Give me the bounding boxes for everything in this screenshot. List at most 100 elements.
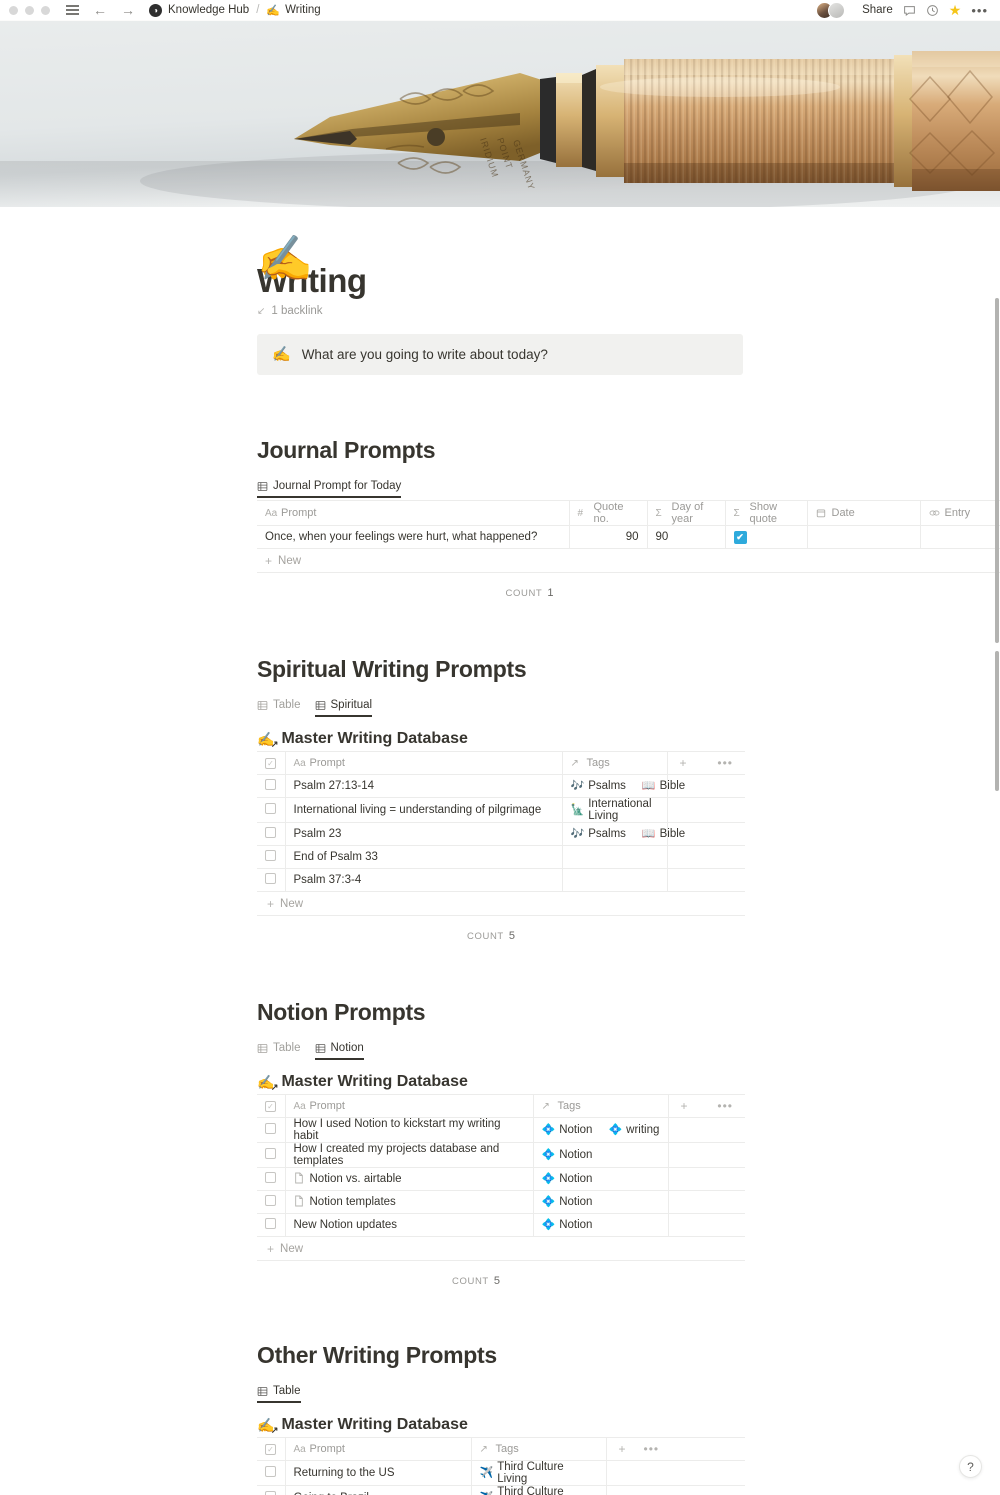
cell-date[interactable] <box>807 525 921 550</box>
cell-empty[interactable] <box>668 1167 745 1192</box>
cell-prompt[interactable]: Returning to the US <box>285 1460 472 1487</box>
table-row[interactable]: International living = understanding of … <box>257 797 745 824</box>
column-header-select-all[interactable]: ✓ <box>257 1437 286 1462</box>
cell-quote-no[interactable]: 90 <box>569 525 648 550</box>
collaborator-avatars[interactable] <box>816 1 852 19</box>
table-row[interactable]: How I created my projects database and t… <box>257 1142 745 1169</box>
column-header-prompt[interactable]: Aa Prompt <box>257 500 570 527</box>
share-button[interactable]: Share <box>862 4 893 16</box>
database-title-spiritual[interactable]: ✍️ ↗ Master Writing Database <box>257 730 745 749</box>
table-row[interactable]: Psalm 23 🎶 Psalms 📖 Bible <box>257 822 745 847</box>
avatar[interactable] <box>828 1 846 19</box>
cell-tags[interactable] <box>562 868 668 893</box>
row-checkbox[interactable] <box>265 1491 276 1495</box>
cell-prompt[interactable]: How I used Notion to kickstart my writin… <box>285 1117 534 1144</box>
column-header-tags[interactable]: ↗ Tags <box>533 1094 669 1119</box>
cell-checkbox[interactable] <box>257 845 286 870</box>
cell-checkbox[interactable] <box>257 1117 286 1144</box>
close-button[interactable] <box>9 5 18 15</box>
column-header-select-all[interactable]: ✓ <box>257 751 286 776</box>
cell-tags[interactable]: 💠 Notion <box>533 1167 669 1192</box>
cell-empty[interactable] <box>606 1485 745 1495</box>
view-tab-table-spiritual[interactable]: Table <box>257 699 301 717</box>
page-title[interactable]: Writing <box>257 262 745 299</box>
cell-prompt[interactable]: Once, when your feelings were hurt, what… <box>257 525 570 550</box>
minimize-button[interactable] <box>25 5 34 15</box>
callout-block[interactable]: ✍️ What are you going to write about tod… <box>257 334 743 376</box>
cell-day-of-year[interactable]: 90 <box>647 525 726 550</box>
row-checkbox[interactable] <box>265 827 276 839</box>
cell-empty[interactable] <box>668 1142 745 1169</box>
cell-prompt[interactable]: How I created my projects database and t… <box>285 1142 534 1169</box>
maximize-button[interactable] <box>41 5 50 15</box>
column-header-select-all[interactable]: ✓ <box>257 1094 286 1119</box>
table-row[interactable]: Notion vs. airtable 💠 Notion <box>257 1167 745 1192</box>
section-heading-spiritual-writing-prompts[interactable]: Spiritual Writing Prompts <box>257 656 745 683</box>
breadcrumb-workspace[interactable]: Knowledge Hub <box>168 4 249 16</box>
row-checkbox[interactable] <box>265 1218 276 1230</box>
cell-checkbox[interactable] <box>257 1190 286 1215</box>
view-tab-table-notion[interactable]: Table <box>257 1042 301 1060</box>
table-row[interactable]: End of Psalm 33 <box>257 845 745 870</box>
view-tab-notion[interactable]: Notion <box>314 1042 364 1061</box>
cell-tags[interactable]: 🎶 Psalms 📖 Bible <box>562 774 685 799</box>
database-title-other[interactable]: ✍️ ↗ Master Writing Database <box>257 1416 745 1435</box>
view-tab-spiritual[interactable]: Spiritual <box>314 699 373 718</box>
cell-tags[interactable]: 🗽 International Living <box>562 797 668 824</box>
checkbox-icon[interactable]: ✓ <box>265 1443 276 1455</box>
cell-prompt[interactable]: Going to Brazil <box>285 1485 472 1495</box>
back-icon[interactable]: ← <box>93 3 107 17</box>
cell-tags[interactable]: 💠 Notion 💠 writing <box>533 1117 669 1144</box>
cell-prompt[interactable]: Psalm 37:3-4 <box>285 868 563 893</box>
cell-tags[interactable]: ✈️Third Culture Living <box>471 1460 607 1487</box>
forward-icon[interactable]: → <box>121 3 135 17</box>
table-options-button[interactable]: ••• <box>717 1099 733 1113</box>
column-header-date[interactable]: Date <box>807 500 921 527</box>
cell-empty[interactable] <box>668 1117 745 1144</box>
cell-empty[interactable] <box>667 845 745 870</box>
table-row[interactable]: Psalm 27:13-14 🎶 Psalms 📖 Bible <box>257 774 745 799</box>
cell-empty[interactable] <box>668 1213 745 1238</box>
row-checkbox[interactable] <box>265 1148 276 1160</box>
row-checkbox[interactable] <box>265 850 276 862</box>
column-header-prompt[interactable]: Aa Prompt <box>285 751 563 776</box>
vertical-scrollbar-thumb[interactable] <box>995 651 999 791</box>
table-row[interactable]: Notion templates 💠 Notion <box>257 1190 745 1215</box>
table-row[interactable]: Psalm 37:3-4 <box>257 868 745 893</box>
cell-tags[interactable]: 💠 Notion <box>533 1190 669 1215</box>
favorite-star-icon[interactable]: ★ <box>949 2 962 19</box>
add-column-button[interactable]: + <box>680 756 687 770</box>
table-options-button[interactable]: ••• <box>717 756 733 770</box>
checkbox-icon[interactable]: ✓ <box>265 757 276 769</box>
cell-prompt[interactable]: International living = understanding of … <box>285 797 563 824</box>
workspace-icon[interactable]: ◑ <box>149 3 162 17</box>
add-column-button[interactable]: + <box>619 1442 626 1456</box>
table-row[interactable]: Going to Brazil ✈️Third Culture Living <box>257 1485 745 1495</box>
backlink-count[interactable]: ↙ 1 backlink <box>257 305 745 317</box>
checkbox-icon[interactable]: ✓ <box>265 1100 276 1112</box>
table-row[interactable]: How I used Notion to kickstart my writin… <box>257 1117 745 1144</box>
table-row[interactable]: Once, when your feelings were hurt, what… <box>257 525 1000 550</box>
table-row[interactable]: Returning to the US ✈️ Third Culture Livi… <box>257 1460 745 1487</box>
cell-checkbox[interactable] <box>257 1460 286 1487</box>
view-tab-journal-prompt-for-today[interactable]: Journal Prompt for Today <box>257 480 402 499</box>
page-icon[interactable]: ✍️ <box>257 236 313 281</box>
section-heading-journal-prompts[interactable]: Journal Prompts <box>257 437 745 464</box>
new-row-button-notion[interactable]: + New <box>257 1237 745 1262</box>
sidebar-toggle-icon[interactable] <box>66 5 79 15</box>
breadcrumb-page[interactable]: Writing <box>285 4 321 16</box>
row-checkbox[interactable] <box>265 1172 276 1184</box>
row-checkbox[interactable] <box>265 873 276 885</box>
vertical-scrollbar-thumb[interactable] <box>995 298 999 643</box>
cell-prompt[interactable]: Notion templates <box>285 1190 534 1215</box>
cell-empty[interactable] <box>606 1460 745 1487</box>
row-checkbox[interactable] <box>265 803 276 815</box>
row-checkbox[interactable] <box>265 779 276 791</box>
comment-icon[interactable] <box>903 4 916 17</box>
cell-checkbox[interactable] <box>257 868 286 893</box>
row-checkbox[interactable] <box>265 1466 276 1478</box>
view-tab-table-other[interactable]: Table <box>257 1385 301 1404</box>
column-header-prompt[interactable]: Aa Prompt <box>285 1437 472 1462</box>
column-header-day-of-year[interactable]: Σ Day of year <box>647 500 726 527</box>
table-row[interactable]: New Notion updates 💠 Notion <box>257 1213 745 1238</box>
